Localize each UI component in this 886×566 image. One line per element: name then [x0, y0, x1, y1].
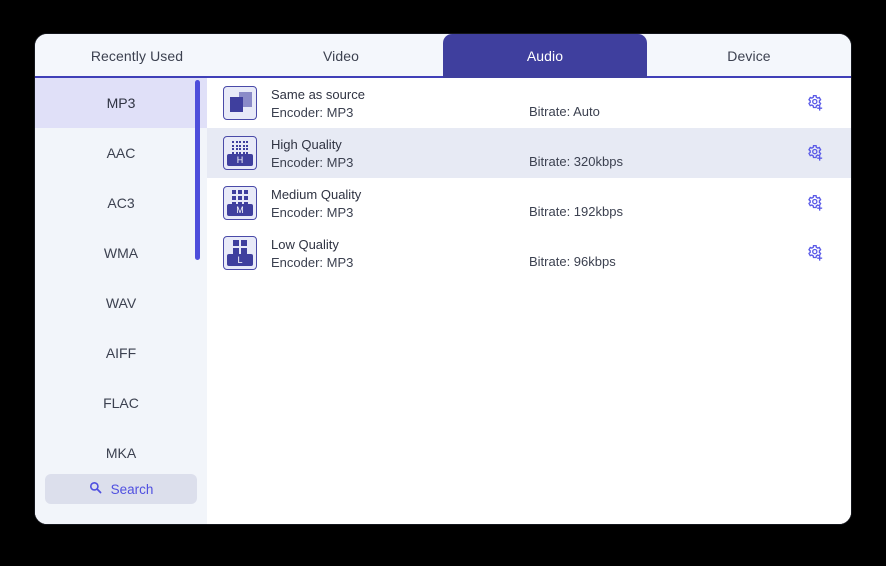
sidebar-item-mp3[interactable]: MP3: [35, 78, 207, 128]
format-label: WMA: [103, 245, 139, 261]
format-label: WAV: [105, 295, 137, 311]
preset-icon-letter: H: [227, 154, 253, 166]
preset-encoder: Encoder: MP3: [271, 104, 354, 120]
preset-row-low-quality[interactable]: L Low Quality Encoder: MP3 Bitrate: 96kb…: [207, 228, 851, 278]
tab-label: Video: [322, 48, 360, 64]
format-list: MP3 AAC AC3 WMA WAV AIFF FLAC MKA: [35, 78, 207, 474]
gear-plus-icon[interactable]: [801, 93, 829, 113]
low-quality-icon: L: [223, 236, 257, 270]
same-as-source-icon: [223, 86, 257, 120]
sidebar-item-wav[interactable]: WAV: [35, 278, 207, 328]
preset-encoder: Encoder: MP3: [271, 154, 354, 170]
tab-bar: Recently Used Video Audio Device: [35, 34, 851, 78]
tab-label: Device: [727, 48, 771, 64]
tab-audio[interactable]: Audio: [443, 34, 647, 78]
preset-icon-letter: L: [227, 254, 253, 266]
format-label: AIFF: [105, 345, 137, 361]
gear-plus-icon[interactable]: [801, 193, 829, 213]
tab-device[interactable]: Device: [647, 34, 851, 78]
tab-recently-used[interactable]: Recently Used: [35, 34, 239, 78]
format-label: MP3: [106, 95, 136, 111]
high-quality-icon: H: [223, 136, 257, 170]
sidebar-item-aiff[interactable]: AIFF: [35, 328, 207, 378]
sidebar-item-mka[interactable]: MKA: [35, 428, 207, 474]
screen: Recently Used Video Audio Device MP3 AAC…: [0, 0, 886, 566]
preset-row-high-quality[interactable]: H High Quality Encoder: MP3 Bitrate: 320…: [207, 128, 851, 178]
search-icon: [89, 481, 102, 497]
sidebar-scrollbar-thumb[interactable]: [195, 80, 200, 260]
preset-bitrate: Bitrate: 192kbps: [529, 204, 623, 219]
preset-row-medium-quality[interactable]: M Medium Quality Encoder: MP3 Bitrate: 1…: [207, 178, 851, 228]
format-label: AC3: [107, 195, 135, 211]
format-label: MKA: [105, 445, 137, 461]
preset-text: Medium Quality Encoder: MP3: [257, 187, 529, 220]
window-body: MP3 AAC AC3 WMA WAV AIFF FLAC MKA Search…: [35, 78, 851, 524]
sidebar-item-wma[interactable]: WMA: [35, 228, 207, 278]
gear-plus-icon[interactable]: [801, 243, 829, 263]
preset-list: Same as source Encoder: MP3 Bitrate: Aut…: [207, 78, 851, 524]
converter-window: Recently Used Video Audio Device MP3 AAC…: [34, 33, 852, 525]
preset-title: High Quality: [271, 136, 342, 152]
tab-label: Recently Used: [90, 48, 184, 64]
tab-video[interactable]: Video: [239, 34, 443, 78]
preset-text: Low Quality Encoder: MP3: [257, 237, 529, 270]
search-area: Search: [35, 474, 207, 524]
format-label: FLAC: [103, 395, 139, 411]
preset-title: Same as source: [271, 86, 365, 102]
format-label: AAC: [106, 145, 136, 161]
preset-text: High Quality Encoder: MP3: [257, 137, 529, 170]
preset-text: Same as source Encoder: MP3: [257, 87, 529, 120]
preset-title: Medium Quality: [271, 186, 362, 202]
search-button[interactable]: Search: [45, 474, 197, 504]
preset-bitrate: Bitrate: 320kbps: [529, 154, 623, 169]
preset-bitrate: Bitrate: Auto: [529, 104, 600, 119]
preset-bitrate: Bitrate: 96kbps: [529, 254, 616, 269]
gear-plus-icon[interactable]: [801, 143, 829, 163]
preset-icon-letter: M: [227, 204, 253, 216]
preset-encoder: Encoder: MP3: [271, 254, 354, 270]
sidebar-item-ac3[interactable]: AC3: [35, 178, 207, 228]
sidebar-item-aac[interactable]: AAC: [35, 128, 207, 178]
search-button-label: Search: [110, 481, 154, 497]
tab-label: Audio: [526, 48, 564, 64]
medium-quality-icon: M: [223, 186, 257, 220]
sidebar-item-flac[interactable]: FLAC: [35, 378, 207, 428]
preset-encoder: Encoder: MP3: [271, 204, 354, 220]
preset-title: Low Quality: [271, 236, 339, 252]
format-sidebar: MP3 AAC AC3 WMA WAV AIFF FLAC MKA Search: [35, 78, 207, 524]
preset-row-same-as-source[interactable]: Same as source Encoder: MP3 Bitrate: Aut…: [207, 78, 851, 128]
